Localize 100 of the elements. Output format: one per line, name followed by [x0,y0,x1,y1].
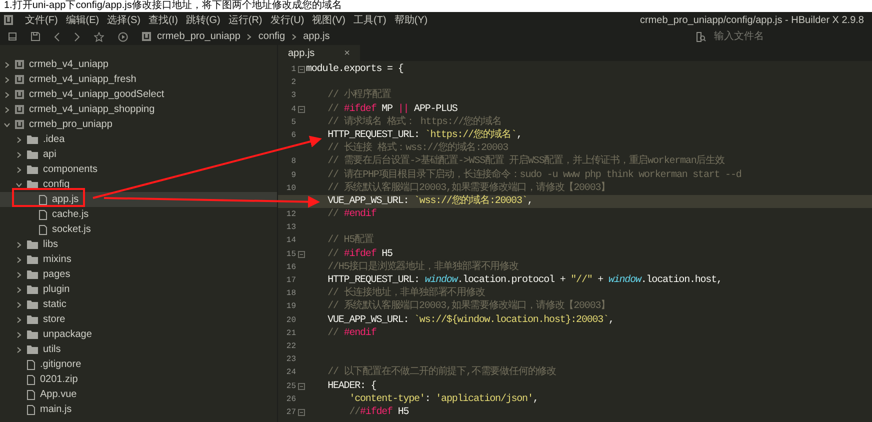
chevron-icon[interactable] [4,122,10,128]
chevron-icon[interactable] [16,166,22,172]
chevron-icon[interactable] [16,286,22,292]
menu-item[interactable]: 选择(S) [103,12,144,28]
tree-item[interactable]: config [0,177,277,192]
code-text: HTTP_REQUEST_URL: window.location.protocol + "//" + window.location.host, [326,274,722,286]
tree-item[interactable]: libs [0,237,277,252]
line-number: 25 [286,380,296,392]
tree-item[interactable]: plugin [0,282,277,297]
tree-item[interactable]: crmeb_v4_uniapp [0,57,277,72]
menu-item[interactable]: 工具(T) [350,12,390,28]
chevron-icon[interactable] [16,136,22,142]
code-text: // 请在PHP项目根目录下启动，长连接命令：sudo -u www php think workerman start --d [326,168,742,182]
menu-item[interactable]: 帮助(Y) [390,12,432,28]
window-title: crmeb_pro_uniapp/config/app.js - HBuilder X 2.9.8 [640,14,864,28]
chevron-icon[interactable] [16,242,22,248]
folder-icon [27,300,38,309]
file-search-icon[interactable] [696,32,706,42]
tree-item[interactable]: .idea [0,132,277,147]
tree-item-label: 0201.zip [40,373,78,387]
chevron-icon[interactable] [16,152,22,158]
tree-item[interactable]: cache.js [0,207,277,222]
menu-item[interactable]: 视图(V) [308,12,350,28]
folder-icon [27,285,38,294]
chevron-icon[interactable] [16,332,22,338]
code-text: // 需要在后台设置->基础配置->WSS配置 开启WSS配置，并上传证书，重启workerman后生效 [326,155,724,168]
tree-item[interactable]: crmeb_v4_uniapp_fresh [0,72,277,87]
tree-item[interactable]: main.js [0,402,277,417]
editor-tab-label: app.js [288,46,315,60]
tree-item[interactable]: store [0,312,277,327]
line-number: 1 [291,64,296,76]
save-icon[interactable] [31,32,40,41]
tree-item-label: config [43,178,70,192]
menu-item[interactable]: 查找(I) [144,12,182,28]
chevron-icon[interactable] [4,62,10,68]
forward-icon[interactable] [74,32,80,42]
code-text: // 长连接 格式：wss://您的域名:20003 [326,142,508,154]
line-number: 4 [291,104,296,116]
star-icon[interactable] [94,32,104,42]
run-icon[interactable] [118,32,128,42]
line-number: 2 [291,77,296,90]
tree-item-label: components [43,163,98,177]
tree-item[interactable]: crmeb_pro_uniapp [0,117,277,132]
tree-item[interactable]: crmeb_v4_uniapp_shopping [0,102,277,117]
breadcrumb-item[interactable]: crmeb_pro_uniapp [157,29,240,44]
tree-item-label: main.js [40,403,72,417]
new-file-icon[interactable] [8,32,17,41]
tree-item[interactable]: crmeb_v4_uniapp_goodSelect [0,87,277,102]
chevron-icon[interactable] [16,346,22,352]
code-text: // 系统默认客服端口20003,如果需要修改端口，请修改【20003】 [326,300,610,314]
tree-item[interactable]: unpackage [0,327,277,342]
line-number: 26 [286,394,296,406]
fold-icon[interactable] [298,382,304,390]
tree-item[interactable]: static [0,297,277,312]
file-search-field[interactable]: 输入文件名 [714,30,864,44]
tree-item[interactable]: utils [0,342,277,357]
line-number: 10 [286,182,296,195]
menu-item[interactable]: 文件(F) [21,12,62,28]
code-text: // 请求域名 格式： https://您的域名 [326,116,502,128]
menu-item[interactable]: 跳转(G) [182,12,224,28]
chevron-icon[interactable] [16,272,22,278]
folder-icon [27,255,38,264]
tree-item[interactable]: mixins [0,252,277,267]
fold-icon[interactable] [298,106,304,113]
breadcrumb-item[interactable]: app.js [303,29,330,44]
chevron-icon[interactable] [16,182,22,188]
code-text: // 长连接地址，非单独部署不用修改 [326,287,485,300]
chevron-icon[interactable] [16,256,22,262]
tab-close-button[interactable]: × [344,46,350,60]
fold-icon[interactable] [298,250,304,258]
line-number: 24 [286,367,296,380]
chevron-icon[interactable] [291,34,298,40]
tree-item[interactable]: .gitignore [0,357,277,372]
chevron-icon[interactable] [16,316,22,322]
chevron-icon[interactable] [246,34,252,40]
editor-tab[interactable]: app.js × [278,45,360,61]
chevron-icon[interactable] [4,106,10,112]
menu-item[interactable]: 发行(U) [266,12,308,28]
menu-item[interactable]: 编辑(E) [62,12,104,28]
menu-item[interactable]: 运行(R) [224,12,266,28]
chevron-icon[interactable] [16,302,22,308]
tree-item-label: plugin [43,283,70,297]
folder-icon [27,180,38,189]
tree-item-label: app.js [52,193,79,207]
chevron-icon[interactable] [4,92,10,98]
tree-item[interactable]: api [0,147,277,162]
tree-item[interactable]: components [0,162,277,177]
breadcrumb-item[interactable]: config [258,29,286,44]
tree-item[interactable]: App.vue [0,387,277,402]
tree-item[interactable]: pages [0,267,277,282]
back-icon[interactable] [54,32,60,42]
code-text: // 小程序配置 [326,89,391,103]
chevron-icon[interactable] [4,76,10,82]
fold-icon[interactable] [298,408,304,416]
tree-item[interactable]: socket.js [0,222,277,237]
folder-icon [27,270,38,279]
project-icon [15,75,24,84]
fold-icon[interactable] [298,66,304,74]
tree-item[interactable]: 0201.zip [0,372,277,387]
tree-item-label: socket.js [52,223,91,237]
